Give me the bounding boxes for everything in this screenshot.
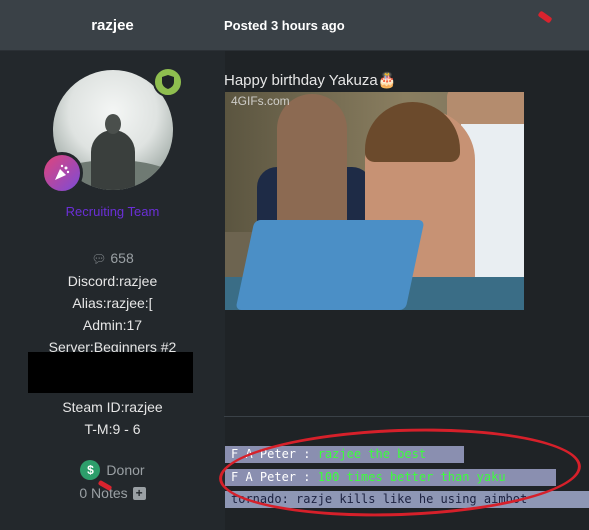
alias-field: Alias:razjee:[	[72, 295, 153, 311]
post-header: razjee Posted 3 hours ago	[0, 0, 589, 51]
message-count-value: 658	[110, 250, 134, 266]
speech-bubble-icon: 💬︎	[91, 252, 107, 266]
post-author-name[interactable]: razjee	[0, 0, 225, 50]
post-timestamp[interactable]: Posted 3 hours ago	[224, 0, 345, 50]
annotation-mark-icon	[537, 10, 553, 24]
add-note-icon[interactable]: +	[132, 486, 146, 500]
member-role[interactable]: Recruiting Team	[0, 204, 225, 219]
avatar-head	[105, 114, 121, 134]
moderator-shield-icon[interactable]	[153, 67, 183, 97]
donor-label: Donor	[106, 462, 145, 478]
message-count[interactable]: 💬︎ 658	[0, 247, 225, 270]
gif-watermark: 4GIFs.com	[231, 94, 290, 108]
admin-field: Admin:17	[82, 317, 143, 333]
tm-field: T-M:9 - 6	[84, 421, 141, 437]
dollar-icon: $	[80, 460, 101, 480]
donor-badge: $ Donor	[0, 460, 225, 480]
discord-field: Discord:razjee	[67, 273, 158, 289]
notes-link[interactable]: 0 Notes +	[0, 479, 225, 501]
gif-cake	[235, 220, 425, 310]
author-stats: 💬︎ 658 Discord:razjee Alias:razjee:[ Adm…	[0, 247, 225, 358]
steam-info: Steam ID:razjee T-M:9 - 6	[0, 396, 225, 440]
author-sidebar: Recruiting Team 💬︎ 658 Discord:razjee Al…	[0, 51, 225, 530]
steam-id-field: Steam ID:razjee	[62, 399, 163, 415]
avatar-figure	[91, 130, 135, 190]
party-popper-icon[interactable]	[41, 152, 83, 194]
post-text: Happy birthday Yakuza🎂	[224, 72, 397, 89]
signature-divider	[224, 416, 589, 417]
redaction-box	[28, 352, 193, 393]
birthday-gif-image[interactable]: 4GIFs.com	[225, 92, 524, 310]
